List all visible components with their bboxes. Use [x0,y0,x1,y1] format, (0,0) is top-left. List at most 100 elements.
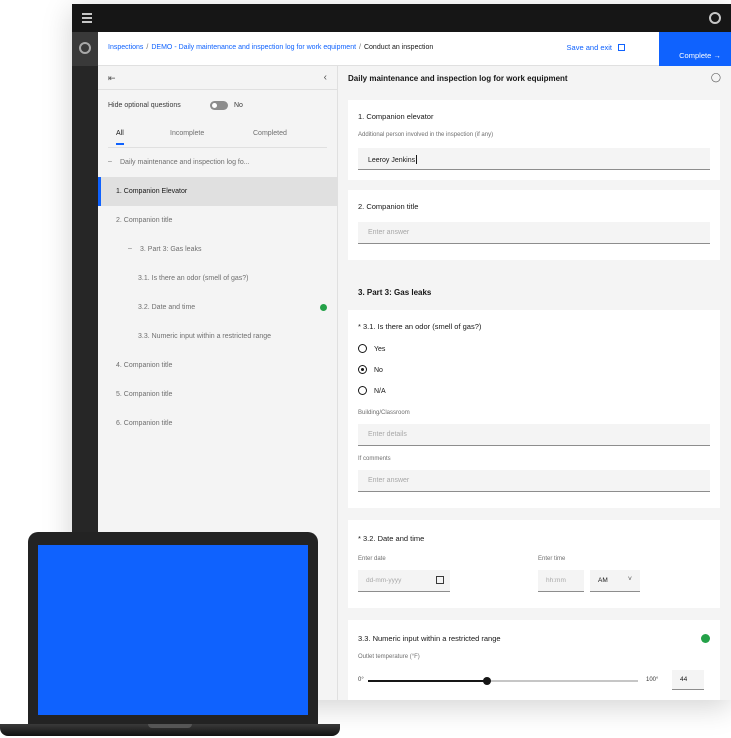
navigator-item[interactable]: 3.2. Date and time [98,293,337,322]
radio-yes[interactable]: Yes [358,344,385,353]
navigator-item-label: 6. Companion title [116,420,173,427]
date-input[interactable]: dd-mm-yyyy [358,570,450,592]
content-header: Daily maintenance and inspection log for… [338,66,731,90]
companion-title-input[interactable]: Enter answer [358,222,710,244]
navigator-item-label: 3. Part 3: Gas leaks [140,246,202,253]
collapse-toggle-icon[interactable]: – [128,245,132,252]
stage: Inspections / DEMO - Daily maintenance and… [0,0,731,738]
breadcrumb-template[interactable]: DEMO - Daily maintenance and inspection … [151,44,356,51]
question-card-3-3: 3.3. Numeric input within a restricted r… [348,620,720,700]
navigator-toolbar: ⇤ ‹ [98,66,337,90]
collapse-icon[interactable]: ⇤ [108,73,116,84]
navigator-item[interactable]: 3.3. Numeric input within a restricted r… [98,322,337,351]
navigator-item-label: 3.3. Numeric input within a restricted r… [138,333,272,340]
complete-button[interactable]: Complete → [659,32,731,66]
temperature-input[interactable]: 44 [672,670,704,690]
rail-inspections-item[interactable] [72,32,98,66]
laptop-illustration [0,532,340,738]
section-title: 3. Part 3: Gas leaks [358,288,432,297]
navigator-item-label: 4. Companion title [116,362,173,369]
breadcrumb-separator: / [359,44,361,51]
radio-no[interactable]: No [358,365,383,374]
navigator-item[interactable]: 4. Companion title [98,351,337,380]
question-hint: Additional person involved in the inspec… [358,132,494,138]
navigator-item-label: 1. Companion Elevator [116,188,188,195]
ampm-value: AM [598,577,608,584]
building-input[interactable]: Enter details [358,424,710,446]
temperature-slider[interactable] [368,677,638,685]
navigator-item-label: 5. Companion title [116,391,173,398]
menu-icon[interactable] [82,13,92,23]
breadcrumb-separator: / [146,44,149,51]
navigator-item[interactable]: 6. Companion title [98,409,337,438]
question-title: * 3.1. Is there an odor (smell of gas?) [358,322,482,331]
laptop-base [0,724,340,736]
ampm-select[interactable]: AM ˅ [590,570,640,592]
navigator-item[interactable]: 2. Companion title [98,206,337,235]
question-card-3-2: * 3.2. Date and time Enter date dd-mm-yy… [348,520,720,608]
date-placeholder: dd-mm-yyyy [366,577,402,584]
tab-completed[interactable]: Completed [253,130,287,137]
laptop-lid [28,532,318,728]
radio-no-label: No [374,367,383,374]
navigator-item-label: 3.2. Date and time [138,304,196,311]
hide-optional-toggle-row: Hide optional questions No [98,90,337,120]
content-title: Daily maintenance and inspection log for… [348,74,568,83]
slider-handle[interactable] [482,677,491,685]
question-title: 2. Companion title [358,202,419,211]
completed-status-icon [320,304,327,311]
radio-yes-label: Yes [374,346,386,353]
page-header: Inspections / DEMO - Daily maintenance and… [98,32,731,66]
navigator-item-label: Daily maintenance and inspection log fo.… [120,159,250,166]
time-input[interactable]: hh:mm [538,570,584,592]
tab-incomplete[interactable]: Incomplete [170,130,204,137]
companion-elevator-input[interactable]: Leeroy Jenkins [358,148,710,170]
building-label: Building/Classroom [358,410,410,416]
question-title: 3.3. Numeric input within a restricted r… [358,634,501,643]
chevron-left-icon[interactable]: ‹ [324,72,327,83]
navigator-item-label: 2. Companion title [116,217,173,224]
navigator-item[interactable]: 5. Companion title [98,380,337,409]
slider-label: Outlet temperature (°F) [358,654,420,660]
question-card-3-1: * 3.1. Is there an odor (smell of gas?) … [348,310,720,508]
slider-fill [368,680,487,682]
save-and-exit-label: Save and exit [566,43,612,52]
slider-min-label: 0° [358,677,364,683]
date-label: Enter date [358,556,386,562]
question-card-1: 1. Companion elevator Additional person … [348,100,720,180]
filter-tabs: All Incomplete Completed [108,126,327,148]
user-icon[interactable] [709,12,721,24]
slider-max-label: 100° [646,677,659,683]
time-label: Enter time [538,556,566,562]
save-and-exit-button[interactable]: Save and exit [567,43,625,52]
hide-optional-label: Hide optional questions [108,102,181,109]
question-title: 1. Companion elevator [358,112,434,121]
top-bar [72,4,731,32]
answered-status-icon [701,634,710,643]
navigator-item-label: 3.1. Is there an odor (smell of gas?) [138,275,249,282]
close-icon[interactable]: ◯ [711,72,721,83]
question-title: * 3.2. Date and time [358,534,425,543]
hide-optional-toggle[interactable] [210,101,228,110]
navigator-item[interactable]: 3.1. Is there an odor (smell of gas?) [98,264,337,293]
save-icon [618,44,625,51]
collapse-toggle-icon[interactable]: – [108,158,112,165]
hide-optional-value: No [234,102,243,109]
tab-all[interactable]: All [116,130,124,145]
breadcrumb: Inspections / DEMO - Daily maintenance and… [108,44,433,51]
navigator-item[interactable]: – Daily maintenance and inspection log fo… [98,148,337,177]
radio-na[interactable]: N/A [358,386,386,395]
inspection-content: Daily maintenance and inspection log for… [338,66,731,700]
navigator-item[interactable]: – 3. Part 3: Gas leaks [98,235,337,264]
laptop-screen [38,545,308,715]
chevron-down-icon: ˅ [627,576,632,583]
comments-input[interactable]: Enter answer [358,470,710,492]
breadcrumb-inspections[interactable]: Inspections [108,44,143,51]
navigator-list: – Daily maintenance and inspection log fo… [98,148,337,438]
calendar-icon[interactable] [436,576,444,584]
navigator-item[interactable]: 1. Companion Elevator [98,177,337,206]
comments-label: If comments [358,456,391,462]
breadcrumb-current: Conduct an inspection [363,44,434,51]
question-card-2: 2. Companion title Enter answer [348,190,720,260]
inspections-icon [79,42,91,54]
